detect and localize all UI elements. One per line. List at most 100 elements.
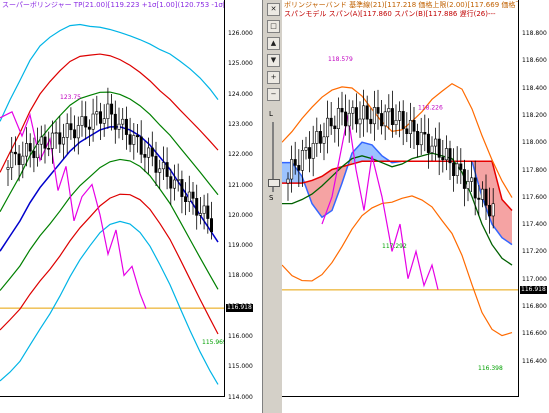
candle-body — [10, 151, 14, 168]
candle-body — [110, 103, 114, 115]
candle-body — [6, 167, 10, 170]
candle-body — [408, 120, 412, 134]
candle-body — [91, 113, 95, 130]
left-chart-header: スーパーボリンジャー TP(21.00)[119.223 +1σ[1.00](1… — [2, 1, 225, 9]
candle-body — [419, 132, 423, 146]
candle-body — [473, 177, 477, 199]
candle-body — [444, 148, 448, 161]
candle-body — [412, 120, 416, 132]
super-bollinger-chart[interactable]: 123.75 115.969 スーパーボリンジャー TP(21.00)[119.2… — [0, 0, 225, 397]
y-tick-label: 115.000 — [228, 363, 253, 371]
low-label-2: 116.398 — [478, 365, 503, 372]
candle-body — [318, 131, 322, 144]
candle-body — [322, 136, 326, 144]
candle-body — [47, 147, 51, 150]
y-tick-label: 125.000 — [228, 60, 253, 68]
candle-body — [143, 154, 147, 158]
candle-body — [448, 148, 452, 164]
candle-body — [326, 117, 330, 138]
candle-body — [308, 147, 312, 159]
y-tick-label: 116.800 — [522, 303, 547, 310]
high-price-label: 123.75 — [60, 94, 81, 101]
lower-band-line — [282, 195, 513, 337]
y-tick-label: 126.000 — [228, 30, 253, 37]
candle-body — [452, 162, 456, 177]
candle-body — [315, 131, 319, 144]
candle-body — [36, 143, 40, 159]
candle-body — [441, 157, 445, 161]
candle-body — [455, 163, 459, 177]
y-tick-label: 118.000 — [228, 272, 253, 280]
candle-body — [290, 159, 294, 180]
close-icon[interactable]: ✕ — [267, 3, 280, 16]
candle-body — [416, 131, 420, 146]
candle-body — [358, 118, 362, 125]
y-tick-label: 116.600 — [522, 330, 547, 338]
candle-body — [300, 150, 304, 171]
candle-body — [39, 136, 43, 145]
candle-body — [184, 196, 188, 202]
y-tick-label: 117.800 — [522, 166, 547, 174]
zoom-in-icon[interactable]: + — [267, 71, 280, 84]
candle-body — [17, 153, 21, 165]
chart-divider-toolbar: ✕ □ ▲ ▼ + − L S — [262, 0, 284, 413]
candle-body — [165, 162, 169, 177]
candle-body — [191, 191, 195, 199]
candle-body — [297, 165, 301, 171]
y-tick-label: 119.000 — [228, 242, 253, 250]
candle-body — [340, 108, 344, 113]
minus-2-sigma-line — [0, 193, 219, 335]
candle-body — [158, 168, 162, 173]
y-tick-label: 121.000 — [228, 181, 253, 189]
candle-body — [180, 179, 184, 197]
high-label-2: 118.226 — [418, 104, 443, 111]
candle-body — [311, 143, 315, 159]
scroll-down-icon[interactable]: ▼ — [267, 54, 280, 67]
candle-body — [380, 113, 384, 127]
candle-body — [161, 162, 165, 170]
scroll-up-icon[interactable]: ▲ — [267, 37, 280, 50]
candle-body — [102, 118, 106, 124]
candle-body — [150, 147, 154, 157]
candle-body — [169, 176, 173, 189]
y-tick-label: 124.000 — [228, 90, 253, 98]
candle-body — [124, 118, 128, 135]
candle-body — [369, 118, 373, 125]
left-chart-panel[interactable]: 123.75 115.969 スーパーボリンジャー TP(21.00)[119.2… — [0, 0, 262, 413]
candle-body — [73, 129, 77, 139]
y-tick-label: 117.400 — [522, 221, 547, 229]
candle-body — [139, 136, 143, 155]
candle-body — [154, 155, 158, 173]
candle-body — [21, 155, 25, 165]
y-tick-label: 116.400 — [522, 357, 547, 365]
candle-body — [50, 132, 54, 149]
candle-body — [198, 213, 202, 216]
candle-body — [32, 150, 36, 159]
candle-body — [187, 191, 191, 202]
candle-body — [117, 123, 121, 130]
candle-body — [206, 205, 210, 219]
candle-body — [76, 125, 80, 139]
candle-body — [387, 108, 391, 113]
right-chart-panel[interactable]: 118.579 118.226 117.292 116.398 ボリンジャーバンド 基… — [282, 0, 549, 413]
zoom-slider-thumb[interactable] — [268, 179, 280, 187]
candle-body — [128, 134, 132, 145]
candle-body — [383, 111, 387, 127]
candle-body — [488, 204, 492, 217]
candle-body — [210, 218, 214, 233]
candle-body — [61, 137, 65, 145]
maximize-icon[interactable]: □ — [267, 20, 280, 33]
candle-body — [293, 159, 297, 166]
candle-body — [484, 188, 488, 206]
low-price-label: 115.969 — [202, 339, 224, 346]
candle-body — [13, 151, 17, 155]
candle-body — [95, 111, 99, 115]
candle-body — [466, 181, 470, 189]
span-model-chart[interactable]: 118.579 118.226 117.292 116.398 ボリンジャーバンド 基… — [282, 0, 519, 397]
right-current-price: 116.918 — [520, 285, 547, 294]
candle-body — [398, 111, 402, 121]
candle-body — [106, 103, 110, 119]
candle-body — [147, 147, 151, 158]
zoom-out-icon[interactable]: − — [267, 88, 280, 101]
right-chart-canvas: 118.579 118.226 117.292 116.398 — [282, 56, 518, 372]
